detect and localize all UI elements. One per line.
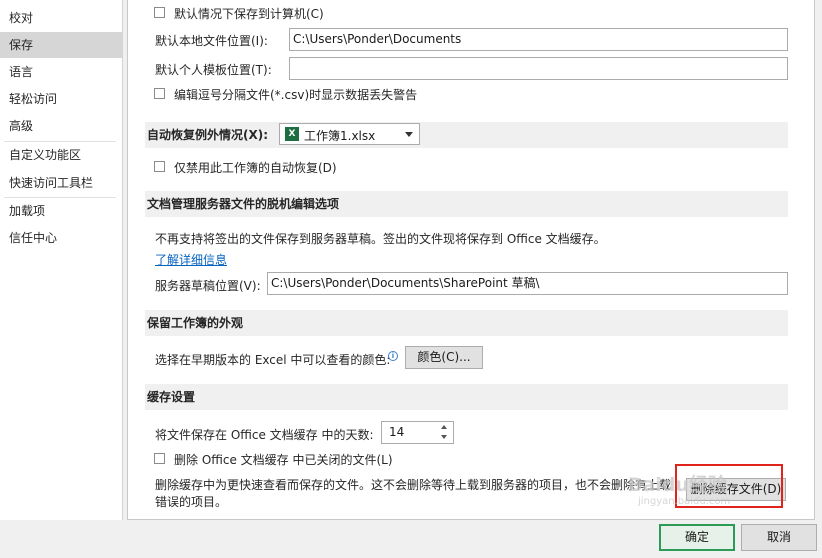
sidebar-item-customize-ribbon[interactable]: 自定义功能区 [0,142,122,168]
cache-settings-header: 缓存设置 [145,384,788,410]
preserve-visual-header: 保留工作簿的外观 [145,310,788,336]
delete-closed-files-label: 删除 Office 文档缓存 中已关闭的文件(L) [174,453,393,467]
chevron-down-icon [405,132,413,137]
disable-autorecover-label: 仅禁用此工作簿的自动恢复(D) [174,161,337,175]
sidebar-item-add-ins[interactable]: 加载项 [0,198,122,224]
server-drafts-input[interactable]: C:\Users\Ponder\Documents\SharePoint 草稿\ [267,272,788,295]
cache-days-spinner[interactable]: 14 [381,421,454,444]
save-to-computer-checkbox[interactable] [154,7,165,18]
disable-autorecover-checkbox[interactable] [154,161,165,172]
autorecover-header-label: 自动恢复例外情况(X): [147,128,269,142]
cache-description-line2: 错误的项目。 [155,495,228,509]
colors-button[interactable]: 颜色(C)... [405,346,483,369]
csv-warning-label: 编辑逗号分隔文件(*.csv)时显示数据丢失警告 [174,88,418,102]
learn-more-link[interactable]: 了解详细信息 [155,251,227,268]
ok-button[interactable]: 确定 [659,524,735,551]
cancel-button[interactable]: 取消 [741,524,817,551]
workbook-select[interactable]: X 工作簿1.xlsx [279,123,420,145]
colors-label: 选择在早期版本的 Excel 中可以查看的颜色: [155,353,391,367]
default-local-path-input[interactable]: C:\Users\Ponder\Documents [289,28,788,51]
sidebar-item-trust-center[interactable]: 信任中心 [0,225,122,251]
csv-warning-checkbox[interactable] [154,88,165,99]
excel-workbook-icon: X [285,127,299,141]
personal-templates-label: 默认个人模板位置(T): [155,63,272,77]
workbook-select-value: 工作簿1.xlsx [304,129,376,143]
spin-up-icon[interactable] [441,425,447,429]
offline-editing-description: 不再支持将签出的文件保存到服务器草稿。签出的文件现将保存到 Office 文档缓… [155,232,606,246]
sidebar-item-language[interactable]: 语言 [0,59,122,85]
save-to-computer-label: 默认情况下保存到计算机(C) [174,7,324,21]
personal-templates-input[interactable] [289,57,788,80]
delete-closed-files-checkbox[interactable] [154,453,165,464]
spin-down-icon[interactable] [441,435,447,439]
sidebar-item-quick-access-toolbar[interactable]: 快速访问工具栏 [0,170,122,196]
offline-editing-header: 文档管理服务器文件的脱机编辑选项 [145,191,788,217]
vertical-scrollbar[interactable] [815,0,822,520]
options-sidebar: 校对 保存 语言 轻松访问 高级 自定义功能区 快速访问工具栏 加载项 信任中心 [0,0,123,520]
watermark-url: jingyan.baidu.com [638,496,731,507]
sidebar-item-accessibility[interactable]: 轻松访问 [0,86,122,112]
sidebar-item-save[interactable]: 保存 [0,32,122,58]
cache-description-line1: 删除缓存中为更快速查看而保存的文件。这不会删除等待上载到服务器的项目，也不会删除… [155,478,672,492]
autorecover-header: 自动恢复例外情况(X): [145,122,788,148]
cache-days-value: 14 [389,425,405,439]
watermark-logo: Baidu经验 [628,474,727,496]
sidebar-item-advanced[interactable]: 高级 [0,113,122,139]
default-local-path-label: 默认本地文件位置(I): [155,34,268,48]
cache-days-label: 将文件保存在 Office 文档缓存 中的天数: [155,428,374,442]
info-icon: i [388,351,398,361]
server-drafts-label: 服务器草稿位置(V): [155,279,261,293]
sidebar-item-proofing[interactable]: 校对 [0,5,122,31]
